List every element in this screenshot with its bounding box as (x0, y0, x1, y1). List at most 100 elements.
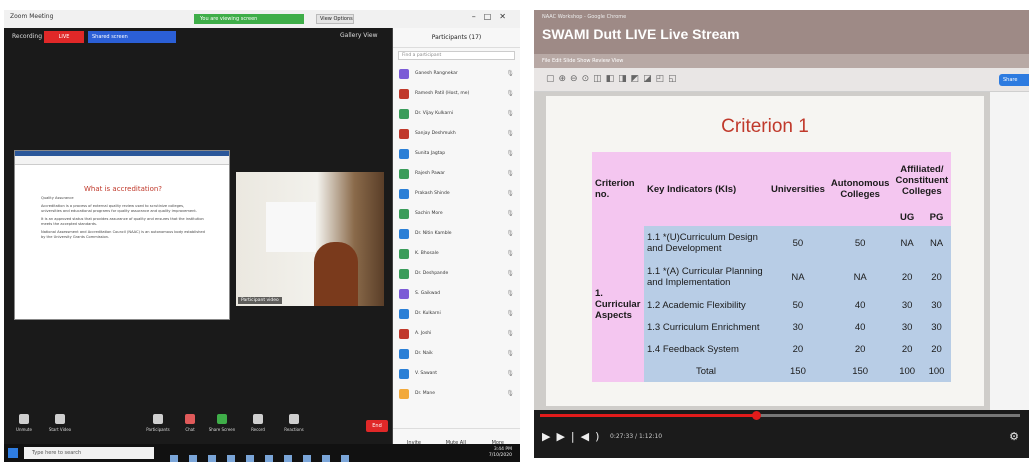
mic-status-icon: 🎙 (506, 330, 514, 337)
participant-row[interactable]: Dr. Vijay Kulkarni 🎙 (393, 104, 520, 124)
app-icon[interactable] (265, 455, 273, 462)
pg-cell: 30 (921, 316, 952, 338)
avatar (399, 169, 409, 179)
table-row: 1.4 Feedback System 20 20 20 20 (592, 338, 952, 360)
app-icon[interactable] (246, 455, 254, 462)
playback-buttons[interactable]: ▶▶|◀) (542, 430, 605, 443)
participant-row[interactable]: A. Joshi 🎙 (393, 324, 520, 344)
pg-cell: NA (921, 226, 952, 260)
app-icon[interactable] (341, 455, 349, 462)
live-badge: LIVE (44, 31, 84, 43)
universities-cell: 30 (768, 316, 828, 338)
app-icon[interactable] (170, 455, 178, 462)
participant-row[interactable]: K. Bhosale 🎙 (393, 244, 520, 264)
share-icon (217, 414, 227, 424)
col-autonomous-header: Autonomous Colleges (827, 152, 893, 226)
participant-row[interactable]: Dr. Mane 🎙 (393, 384, 520, 404)
doc-paragraph: National Assessment and Accreditation Co… (41, 230, 205, 239)
mic-status-icon: 🎙 (506, 270, 514, 277)
reaction-icon (289, 414, 299, 424)
ppt-toolbar: ▢⊕⊖⊙◫◧◨◩◪◰◱ Share (534, 68, 1029, 92)
zoom-titlebar: Zoom Meeting You are viewing screen View… (4, 10, 520, 28)
participants-button[interactable]: Participants (144, 414, 172, 432)
universities-cell: 50 (768, 294, 828, 316)
participant-row[interactable]: Dr. Deshpande 🎙 (393, 264, 520, 284)
participant-name: Dr. Vijay Kulkarni (415, 111, 454, 116)
app-icon[interactable] (284, 455, 292, 462)
participant-row[interactable]: S. Gaikwad 🎙 (393, 284, 520, 304)
record-button[interactable]: Record (244, 414, 272, 432)
ug-cell: 100 (892, 360, 922, 382)
participant-row[interactable]: Dr. Nitin Kamble 🎙 (393, 224, 520, 244)
avatar (399, 189, 409, 199)
chat-button[interactable]: Chat (176, 414, 204, 432)
participant-row[interactable]: Dr. Kulkarni 🎙 (393, 304, 520, 324)
chat-icon (185, 414, 195, 424)
mic-status-icon: 🎙 (506, 170, 514, 177)
pg-cell: 20 (921, 338, 952, 360)
end-meeting-button[interactable]: End (366, 420, 388, 432)
taskbar-search-input[interactable]: Type here to search (24, 447, 154, 459)
ug-cell: NA (892, 226, 922, 260)
universities-cell: 150 (768, 360, 828, 382)
participant-name: Sachin More (415, 211, 443, 216)
toolbar-icons[interactable]: ▢⊕⊖⊙◫◧◨◩◪◰◱ (546, 74, 681, 84)
participant-search-input[interactable]: Find a participant (398, 51, 515, 60)
share-indicator[interactable]: Shared screen (88, 31, 176, 43)
app-icon[interactable] (227, 455, 235, 462)
control-label: Record (251, 427, 265, 432)
participant-row[interactable]: V. Sawant 🎙 (393, 364, 520, 384)
avatar (399, 89, 409, 99)
participant-row[interactable]: Sachin More 🎙 (393, 204, 520, 224)
unmute-button[interactable]: Unmute (10, 414, 38, 432)
app-icon[interactable] (322, 455, 330, 462)
mic-status-icon: 🎙 (506, 250, 514, 257)
criterion-table: Criterion no. Key Indicators (KIs) Unive… (592, 152, 952, 382)
universities-cell: NA (768, 260, 828, 294)
participant-row[interactable]: Sunita Jagtap 🎙 (393, 144, 520, 164)
participant-row[interactable]: Dr. Naik 🎙 (393, 344, 520, 364)
share-screen-button[interactable]: Share Screen (208, 414, 236, 432)
app-icon[interactable] (208, 455, 216, 462)
share-button[interactable]: Share (999, 74, 1029, 86)
avatar (399, 69, 409, 79)
window-controls[interactable]: –□✕ (472, 12, 514, 21)
participant-row[interactable]: Rajesh Pawar 🎙 (393, 164, 520, 184)
meeting-topbar: Recording LIVE Shared screen Gallery Vie… (4, 28, 392, 48)
windows-start-icon[interactable] (8, 448, 18, 458)
taskbar-clock[interactable]: 3:44 PM 7/10/2020 (489, 447, 512, 459)
progress-handle[interactable] (752, 411, 761, 420)
ppt-menu[interactable]: File Edit Slide Show Review View (534, 54, 1029, 68)
ki-cell: 1.1 *(U)Curriculum Design and Developmen… (644, 226, 768, 260)
player-controls: ▶▶|◀) 0:27:33 / 1:12:10 ⚙ (534, 410, 1029, 458)
record-icon (253, 414, 263, 424)
view-options-button[interactable]: View Options (316, 14, 354, 24)
participant-row[interactable]: Ramesh Patil (Host, me) 🎙 (393, 84, 520, 104)
stream-titlebar: NAAC Workshop - Google Chrome SWAMI Dutt… (534, 10, 1029, 54)
playback-time: 0:27:33 / 1:12:10 (610, 433, 663, 440)
participants-header: Participants (17) (393, 28, 520, 48)
participant-row[interactable]: Prakash Shinde 🎙 (393, 184, 520, 204)
avatar (399, 229, 409, 239)
app-icon[interactable] (303, 455, 311, 462)
universities-cell: 20 (768, 338, 828, 360)
start-video-button[interactable]: Start Video (46, 414, 74, 432)
gear-icon[interactable]: ⚙ (1009, 430, 1019, 443)
ug-cell: 20 (892, 338, 922, 360)
autonomous-cell: 40 (827, 294, 893, 316)
participant-row[interactable]: Ganesh Rangnekar 🎙 (393, 64, 520, 84)
mic-status-icon: 🎙 (506, 110, 514, 117)
reactions-button[interactable]: Reactions (280, 414, 308, 432)
gallery-view-button[interactable]: Gallery View (340, 32, 378, 39)
participant-row[interactable]: Sanjay Deshmukh 🎙 (393, 124, 520, 144)
app-icon[interactable] (189, 455, 197, 462)
recording-indicator: Recording (12, 33, 43, 40)
control-label: Share Screen (208, 427, 236, 432)
participant-name: S. Gaikwad (415, 291, 441, 296)
participant-video[interactable]: Participant video (236, 172, 384, 306)
control-label: Start Video (48, 427, 72, 432)
avatar (399, 289, 409, 299)
control-label: Unmute (16, 427, 32, 432)
avatar (399, 329, 409, 339)
participant-name: Ganesh Rangnekar (415, 71, 458, 76)
